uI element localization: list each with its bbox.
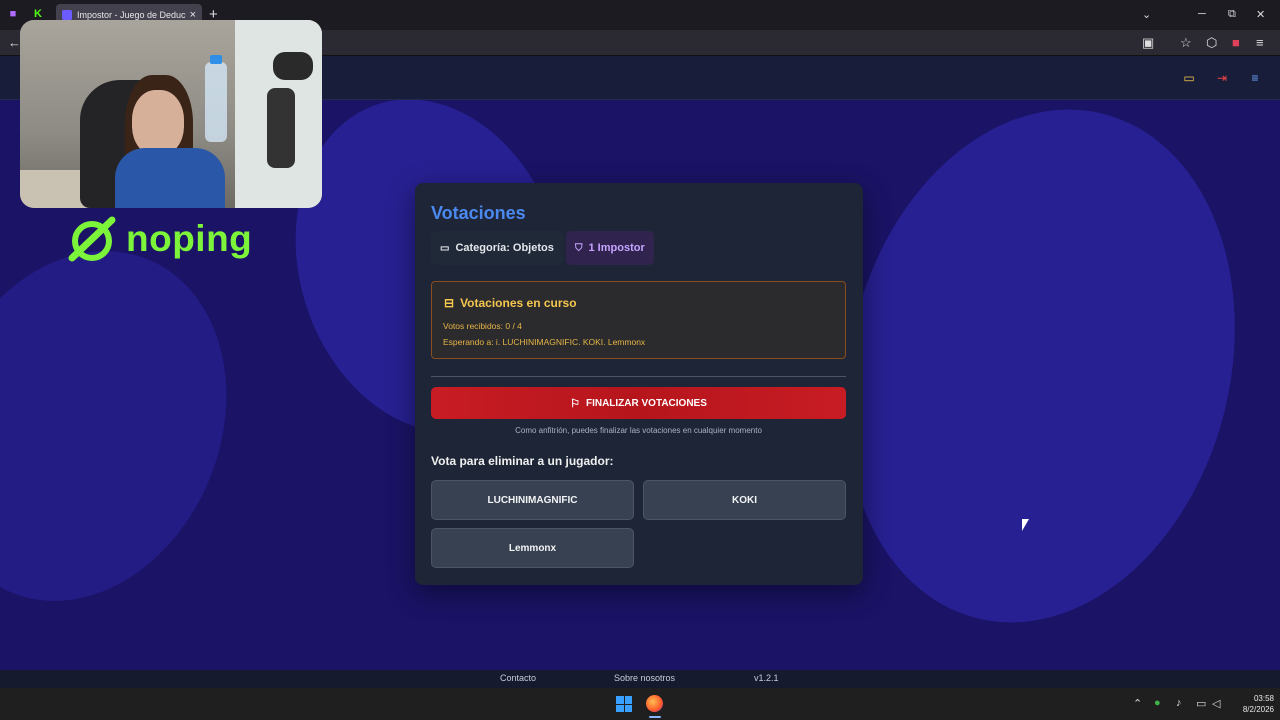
category-chip: ▭ Categoría: Objetos bbox=[431, 231, 563, 265]
webcam-overlay bbox=[20, 20, 322, 208]
webcam-face bbox=[132, 90, 184, 156]
clock-date: 8/2/2026 bbox=[1242, 705, 1274, 714]
webcam-shirt bbox=[115, 148, 225, 208]
status-title: ⊟ Votaciones en curso bbox=[444, 296, 577, 310]
impostor-chip-label: 1 Impostor bbox=[588, 242, 645, 254]
about-link[interactable]: Sobre nosotros bbox=[614, 673, 675, 683]
finalize-label: FINALIZAR VOTACIONES bbox=[585, 397, 707, 409]
status-title-text: Votaciones en curso bbox=[460, 296, 577, 310]
tab-favicon bbox=[62, 10, 72, 20]
folder-icon: ▭ bbox=[440, 242, 450, 254]
player-vote-button[interactable]: Lemmonx bbox=[431, 528, 634, 568]
restore-icon[interactable]: ⧉ bbox=[1228, 8, 1236, 21]
tray-chevron-icon[interactable]: ⌃ bbox=[1133, 697, 1142, 710]
card-title: Votaciones bbox=[431, 203, 526, 223]
menu-icon[interactable]: ≡ bbox=[1256, 35, 1264, 50]
contact-link[interactable]: Contacto bbox=[500, 673, 536, 683]
rules-icon[interactable]: ▭ bbox=[1178, 67, 1200, 89]
category-chip-label: Categoría: Objetos bbox=[455, 242, 554, 254]
firefox-icon[interactable] bbox=[646, 695, 663, 712]
star-icon[interactable]: ☆ bbox=[1180, 35, 1192, 51]
version-label: v1.2.1 bbox=[754, 673, 779, 683]
webcam-bottle-cap bbox=[210, 55, 222, 64]
noping-logo-icon bbox=[68, 216, 116, 262]
active-app-indicator bbox=[649, 716, 661, 718]
clock-time: 03:58 bbox=[1253, 694, 1274, 703]
tab-list-chevron-icon[interactable]: ⌄ bbox=[1142, 8, 1151, 21]
microphone-icon[interactable]: ♪ bbox=[1176, 697, 1182, 709]
finalize-hint: Como anfitrión, puedes finalizar las vot… bbox=[515, 426, 762, 435]
kick-icon[interactable]: K bbox=[31, 7, 45, 21]
webcam-bottle bbox=[205, 62, 227, 142]
impostor-count-chip: ⛉ 1 Impostor bbox=[566, 231, 654, 265]
flag-icon: ⚐ bbox=[570, 397, 580, 410]
close-window-icon[interactable]: ✕ bbox=[1256, 8, 1265, 21]
reader-icon[interactable]: ▣ bbox=[1142, 35, 1154, 51]
system-clock[interactable]: 03:58 8/2/2026 bbox=[1226, 693, 1274, 715]
windows-taskbar: ⌃ ● ♪ ▭ ◁ 03:58 8/2/2026 bbox=[0, 688, 1280, 720]
hamburger-menu-icon[interactable]: ≡ bbox=[1244, 67, 1266, 89]
logout-icon[interactable]: ⇥ bbox=[1211, 67, 1233, 89]
webcam-thermos bbox=[267, 88, 295, 168]
volume-icon[interactable]: ◁ bbox=[1212, 697, 1220, 710]
votes-received: Votos recibidos: 0 / 4 bbox=[443, 321, 522, 331]
tab-title: Impostor - Juego de Deducción bbox=[77, 10, 186, 20]
extension-red-icon[interactable]: ■ bbox=[1232, 35, 1240, 50]
windows-start-icon[interactable] bbox=[616, 696, 632, 712]
tray-app-icon[interactable]: ● bbox=[1154, 697, 1161, 709]
theater-mask-far-left-shape bbox=[0, 206, 278, 646]
minimize-icon[interactable]: ─ bbox=[1198, 8, 1206, 20]
noping-logo: noping bbox=[66, 216, 266, 264]
mouse-cursor-icon bbox=[1022, 519, 1029, 531]
theater-mask-right-shape bbox=[792, 67, 1280, 665]
page-footer: Contacto Sobre nosotros v1.2.1 bbox=[0, 670, 1280, 688]
voting-status-box: ⊟ Votaciones en curso Votos recibidos: 0 … bbox=[431, 281, 846, 359]
shield-icon: ⛉ bbox=[575, 242, 583, 254]
twitch-icon[interactable]: ■ bbox=[6, 7, 20, 21]
vote-label: Vota para eliminar a un jugador: bbox=[431, 454, 614, 468]
voting-card: Votaciones ▭ Categoría: Objetos ⛉ 1 Impo… bbox=[415, 183, 863, 585]
network-icon[interactable]: ▭ bbox=[1196, 697, 1206, 710]
noping-logo-text: noping bbox=[126, 218, 253, 259]
ballot-icon: ⊟ bbox=[444, 296, 455, 310]
waiting-for: Esperando a: i. LUCHINIMAGNIFIC. KOKI. L… bbox=[443, 337, 646, 347]
player-vote-button[interactable]: KOKI bbox=[643, 480, 846, 520]
divider bbox=[431, 376, 846, 377]
webcam-gamepad bbox=[273, 52, 313, 80]
extensions-icon[interactable]: ⬡ bbox=[1206, 35, 1217, 51]
finalize-voting-button[interactable]: ⚐ FINALIZAR VOTACIONES bbox=[431, 387, 846, 419]
player-vote-button[interactable]: LUCHINIMAGNIFIC bbox=[431, 480, 634, 520]
